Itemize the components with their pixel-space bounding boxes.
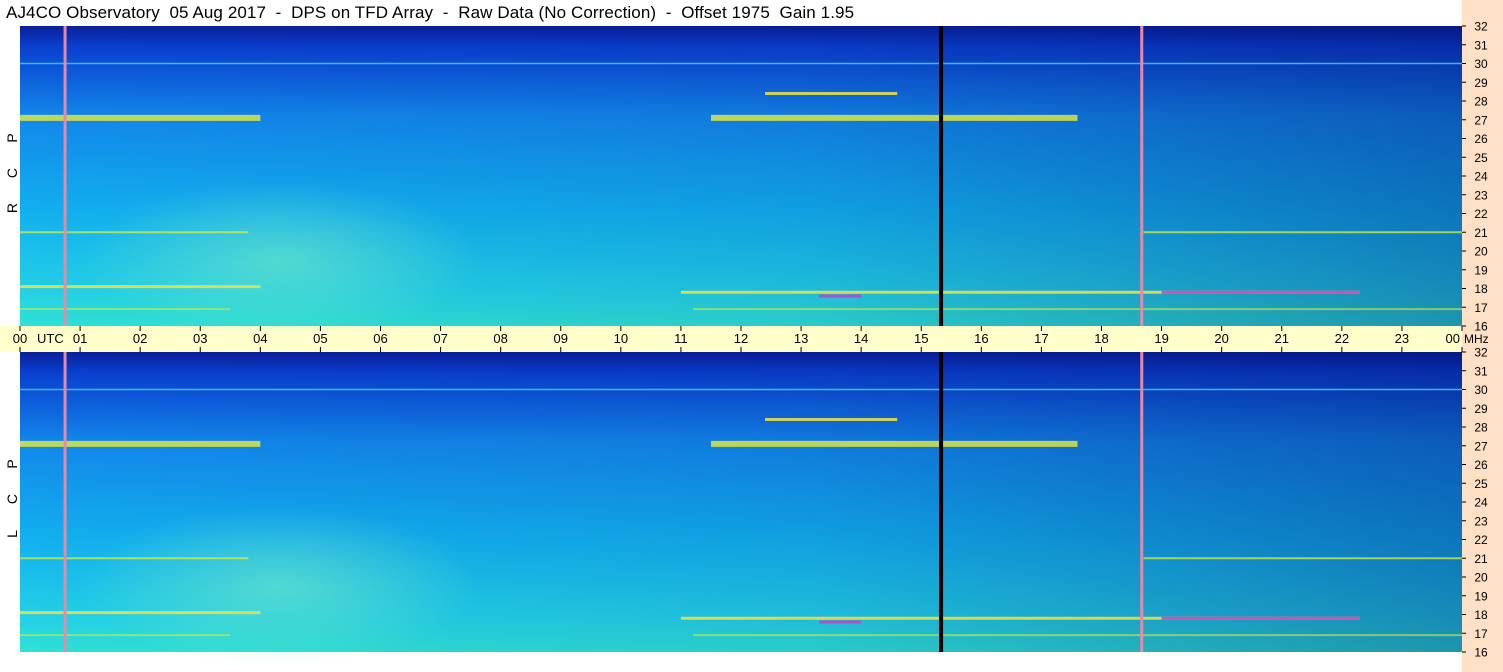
lcp-ytick-label-31: 31 — [1474, 364, 1488, 378]
rcp-band-core-b — [819, 294, 862, 298]
rcp-band-0-seg-0 — [20, 114, 261, 121]
lcp-band-0-seg-1 — [710, 440, 1078, 447]
rcp-ytick-label-17: 17 — [1474, 301, 1488, 315]
xtick-label-1: 01 — [73, 331, 87, 346]
lcp-ytick-label-16: 16 — [1474, 646, 1488, 660]
xtick-label-19: 19 — [1154, 331, 1168, 346]
lcp-band-core-b — [819, 620, 862, 624]
rcp-panel: 3231302928272625242322212019181716PCR — [4, 20, 1488, 340]
rcp-ytick-label-20: 20 — [1474, 245, 1488, 259]
lcp-band-0-seg-0 — [20, 440, 261, 447]
rcp-ytick-label-25: 25 — [1474, 151, 1488, 165]
rcp-marker-line — [939, 26, 944, 326]
lcp-ytick-label-32: 32 — [1474, 346, 1488, 360]
lcp-ytick-label-23: 23 — [1474, 514, 1488, 528]
xtick-label-20: 20 — [1214, 331, 1228, 346]
lcp-band-3-seg-1 — [1143, 557, 1462, 560]
xtick-label-0: 00 — [13, 331, 27, 346]
rcp-ytick-label-24: 24 — [1474, 170, 1488, 184]
lcp-ytick-label-24: 24 — [1474, 496, 1488, 510]
lcp-ytick-label-17: 17 — [1474, 627, 1488, 641]
xtick-label-21: 21 — [1275, 331, 1289, 346]
rcp-ytick-label-31: 31 — [1474, 38, 1488, 52]
x-unit-label: UTC — [37, 331, 64, 346]
rcp-interference-0 — [63, 26, 67, 326]
lcp-band-core-a — [1161, 616, 1360, 620]
rcp-label-letter-1: C — [4, 168, 20, 178]
rcp-band-0-seg-1 — [710, 114, 1078, 121]
lcp-band-1-seg-0 — [765, 418, 898, 421]
lcp-glow — [78, 506, 479, 666]
lcp-label-letter-0: P — [4, 459, 20, 468]
lcp-ytick-label-26: 26 — [1474, 458, 1488, 472]
xtick-label-3: 03 — [193, 331, 207, 346]
lcp-marker-line — [939, 352, 944, 652]
xtick-label-12: 12 — [734, 331, 748, 346]
lcp-panel: 32 31 30 29 28 27 26 25 24 23 22 21 20 19 18 17 16 P C L — [4, 346, 1488, 666]
xtick-label-22: 22 — [1335, 331, 1349, 346]
rcp-band-core-a — [1161, 290, 1360, 294]
rcp-label-letter-2: R — [4, 203, 20, 213]
lcp-band-2-seg-0 — [20, 388, 1462, 391]
rcp-band-3-seg-0 — [20, 231, 249, 234]
xtick-label-14: 14 — [854, 331, 868, 346]
xtick-label-8: 08 — [493, 331, 507, 346]
xtick-label-4: 04 — [253, 331, 267, 346]
rcp-interference-1 — [1140, 26, 1144, 326]
xtick-label-7: 07 — [433, 331, 447, 346]
lcp-interference-0 — [63, 352, 67, 652]
rcp-band-4-seg-0 — [20, 285, 261, 289]
lcp-band-3-seg-0 — [20, 557, 249, 560]
lcp-ytick-label-18: 18 — [1474, 608, 1488, 622]
xtick-label-13: 13 — [794, 331, 808, 346]
xtick-label-16: 16 — [974, 331, 988, 346]
xtick-label-9: 09 — [554, 331, 568, 346]
xtick-label-18: 18 — [1094, 331, 1108, 346]
lcp-interference-1 — [1140, 352, 1144, 652]
rcp-band-3-seg-1 — [1143, 231, 1462, 234]
rcp-label-letter-0: P — [4, 133, 20, 142]
spectrogram-chart: 3231302928272625242322212019181716PCR323… — [0, 20, 1489, 666]
lcp-ytick-label-21: 21 — [1474, 552, 1488, 566]
xtick-label-10: 10 — [614, 331, 628, 346]
rcp-ytick-label-27: 27 — [1474, 113, 1488, 127]
xtick-label-15: 15 — [914, 331, 928, 346]
lcp-label-letter-2: L — [4, 530, 20, 538]
xtick-label-6: 06 — [373, 331, 387, 346]
lcp-ytick-label-25: 25 — [1474, 477, 1488, 491]
lcp-ytick-label-30: 30 — [1474, 383, 1488, 397]
rcp-band-6-seg-0 — [20, 308, 231, 311]
rcp-band-2-seg-0 — [20, 62, 1462, 65]
lcp-band-6-seg-0 — [20, 634, 231, 637]
rcp-ytick-label-23: 23 — [1474, 188, 1488, 202]
lcp-ytick-label-27: 27 — [1474, 439, 1488, 453]
xtick-label-11: 11 — [674, 331, 688, 346]
rcp-ytick-label-32: 32 — [1474, 20, 1488, 34]
rcp-ytick-label-18: 18 — [1474, 282, 1488, 296]
lcp-ytick-label-20: 20 — [1474, 571, 1488, 585]
lcp-ytick-label-22: 22 — [1474, 533, 1488, 547]
rcp-band-1-seg-0 — [765, 92, 898, 95]
rcp-ytick-label-28: 28 — [1474, 95, 1488, 109]
rcp-ytick-label-26: 26 — [1474, 132, 1488, 146]
rcp-ytick-label-19: 19 — [1474, 263, 1488, 277]
lcp-ytick-label-28: 28 — [1474, 421, 1488, 435]
rcp-ytick-label-21: 21 — [1474, 226, 1488, 240]
xtick-label-24: 00 — [1446, 331, 1460, 346]
rcp-glow — [78, 180, 479, 340]
y-unit-label: MHz — [1464, 332, 1489, 346]
xtick-label-17: 17 — [1034, 331, 1048, 346]
rcp-band-6-seg-1 — [692, 308, 1462, 311]
lcp-band-6-seg-1 — [692, 634, 1462, 637]
xtick-label-5: 05 — [313, 331, 327, 346]
xtick-label-23: 23 — [1395, 331, 1409, 346]
rcp-ytick-label-22: 22 — [1474, 207, 1488, 221]
rcp-ytick-label-30: 30 — [1474, 57, 1488, 71]
lcp-ytick-label-19: 19 — [1474, 589, 1488, 603]
lcp-ytick-label-29: 29 — [1474, 402, 1488, 416]
lcp-band-4-seg-0 — [20, 611, 261, 615]
rcp-ytick-label-29: 29 — [1474, 76, 1488, 90]
xtick-label-2: 02 — [133, 331, 147, 346]
lcp-label-letter-1: C — [4, 494, 20, 504]
